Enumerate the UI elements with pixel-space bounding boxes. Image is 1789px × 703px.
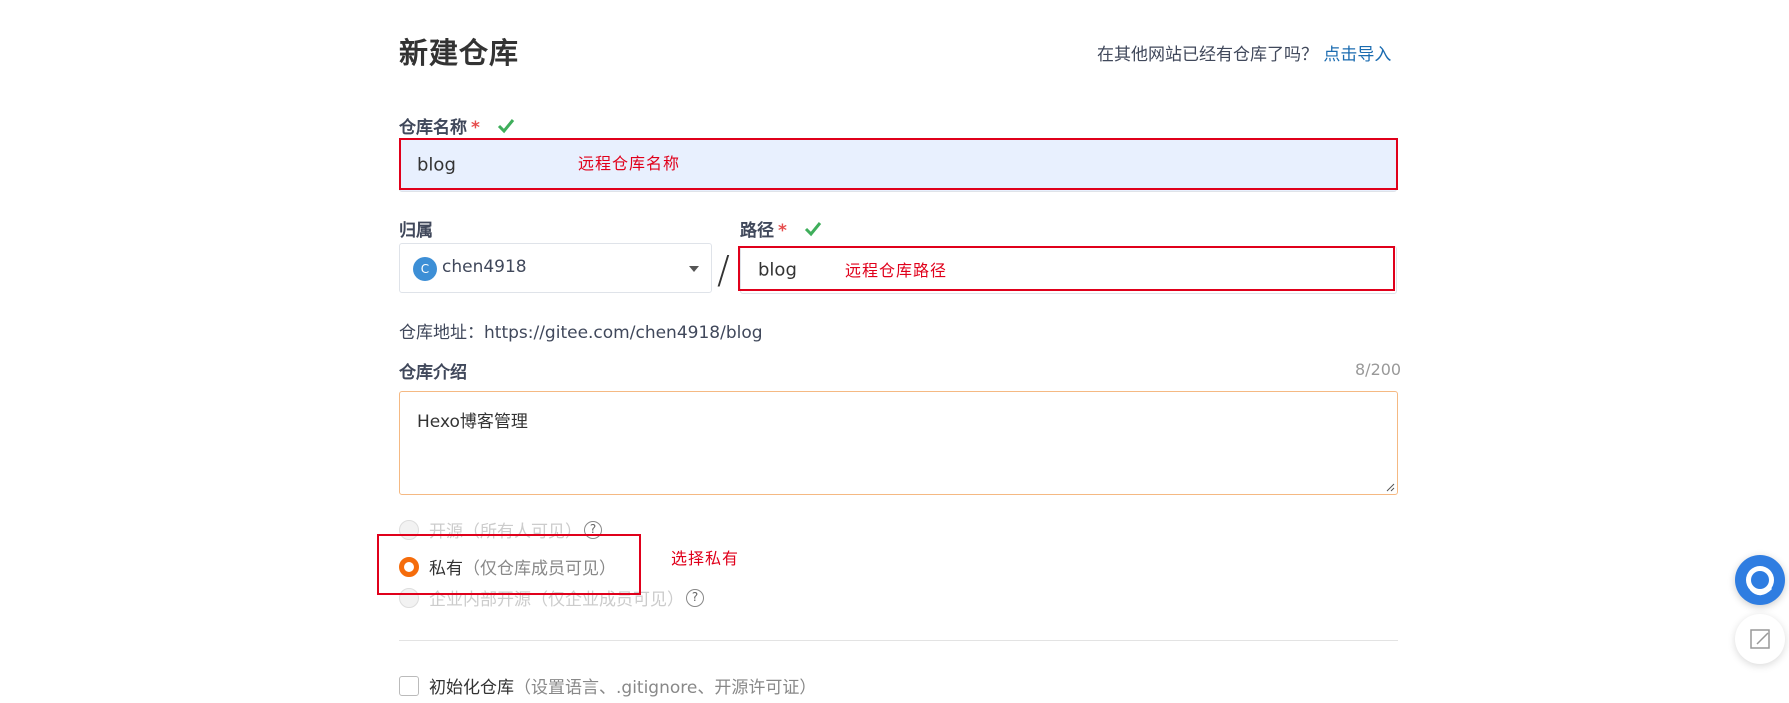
- required-mark: *: [778, 221, 787, 241]
- check-icon: [804, 222, 821, 237]
- page-title: 新建仓库: [399, 36, 520, 70]
- resize-handle-icon[interactable]: [1385, 482, 1395, 492]
- help-icon[interactable]: ?: [686, 588, 704, 607]
- avatar: C: [413, 257, 437, 281]
- init-sub: （设置语言、.gitignore、开源许可证）: [514, 678, 817, 698]
- path-label: 路径 *: [740, 216, 823, 241]
- chevron-down-icon: [689, 266, 699, 272]
- divider: [399, 640, 1398, 641]
- annotation-name: 远程仓库名称: [578, 154, 681, 173]
- description-label: 仓库介绍: [399, 363, 467, 383]
- annotation-path: 远程仓库路径: [845, 261, 948, 280]
- description-value: Hexo博客管理: [417, 412, 528, 432]
- owner-label: 归属: [399, 221, 433, 241]
- annotation-box-name: [399, 138, 1398, 190]
- chat-icon: [1746, 566, 1774, 596]
- import-hint: 在其他网站已经有仓库了吗？ 点击导入: [1097, 40, 1391, 65]
- char-counter: 8/200: [1355, 360, 1402, 379]
- annotation-private: 选择私有: [671, 549, 740, 568]
- feedback-button[interactable]: [1735, 614, 1785, 664]
- edit-icon: [1750, 629, 1770, 649]
- import-link[interactable]: 点击导入: [1323, 45, 1391, 65]
- init-repo-option[interactable]: 初始化仓库 （设置语言、.gitignore、开源许可证）: [399, 673, 816, 698]
- repo-name-label: 仓库名称 *: [399, 113, 516, 138]
- owner-value: chen4918: [442, 257, 527, 277]
- init-checkbox[interactable]: [399, 675, 419, 696]
- annotation-box-private: [377, 534, 641, 595]
- init-label: 初始化仓库: [429, 678, 514, 698]
- path-separator: /: [717, 248, 730, 292]
- check-icon: [497, 119, 514, 134]
- repo-address: 仓库地址：https://gitee.com/chen4918/blog: [399, 323, 763, 343]
- annotation-box-path: [738, 246, 1395, 291]
- chat-button[interactable]: [1735, 555, 1785, 605]
- import-hint-text: 在其他网站已经有仓库了吗？: [1097, 45, 1318, 65]
- owner-select[interactable]: C chen4918: [399, 243, 712, 293]
- description-textarea[interactable]: Hexo博客管理: [399, 391, 1398, 495]
- required-mark: *: [471, 118, 480, 138]
